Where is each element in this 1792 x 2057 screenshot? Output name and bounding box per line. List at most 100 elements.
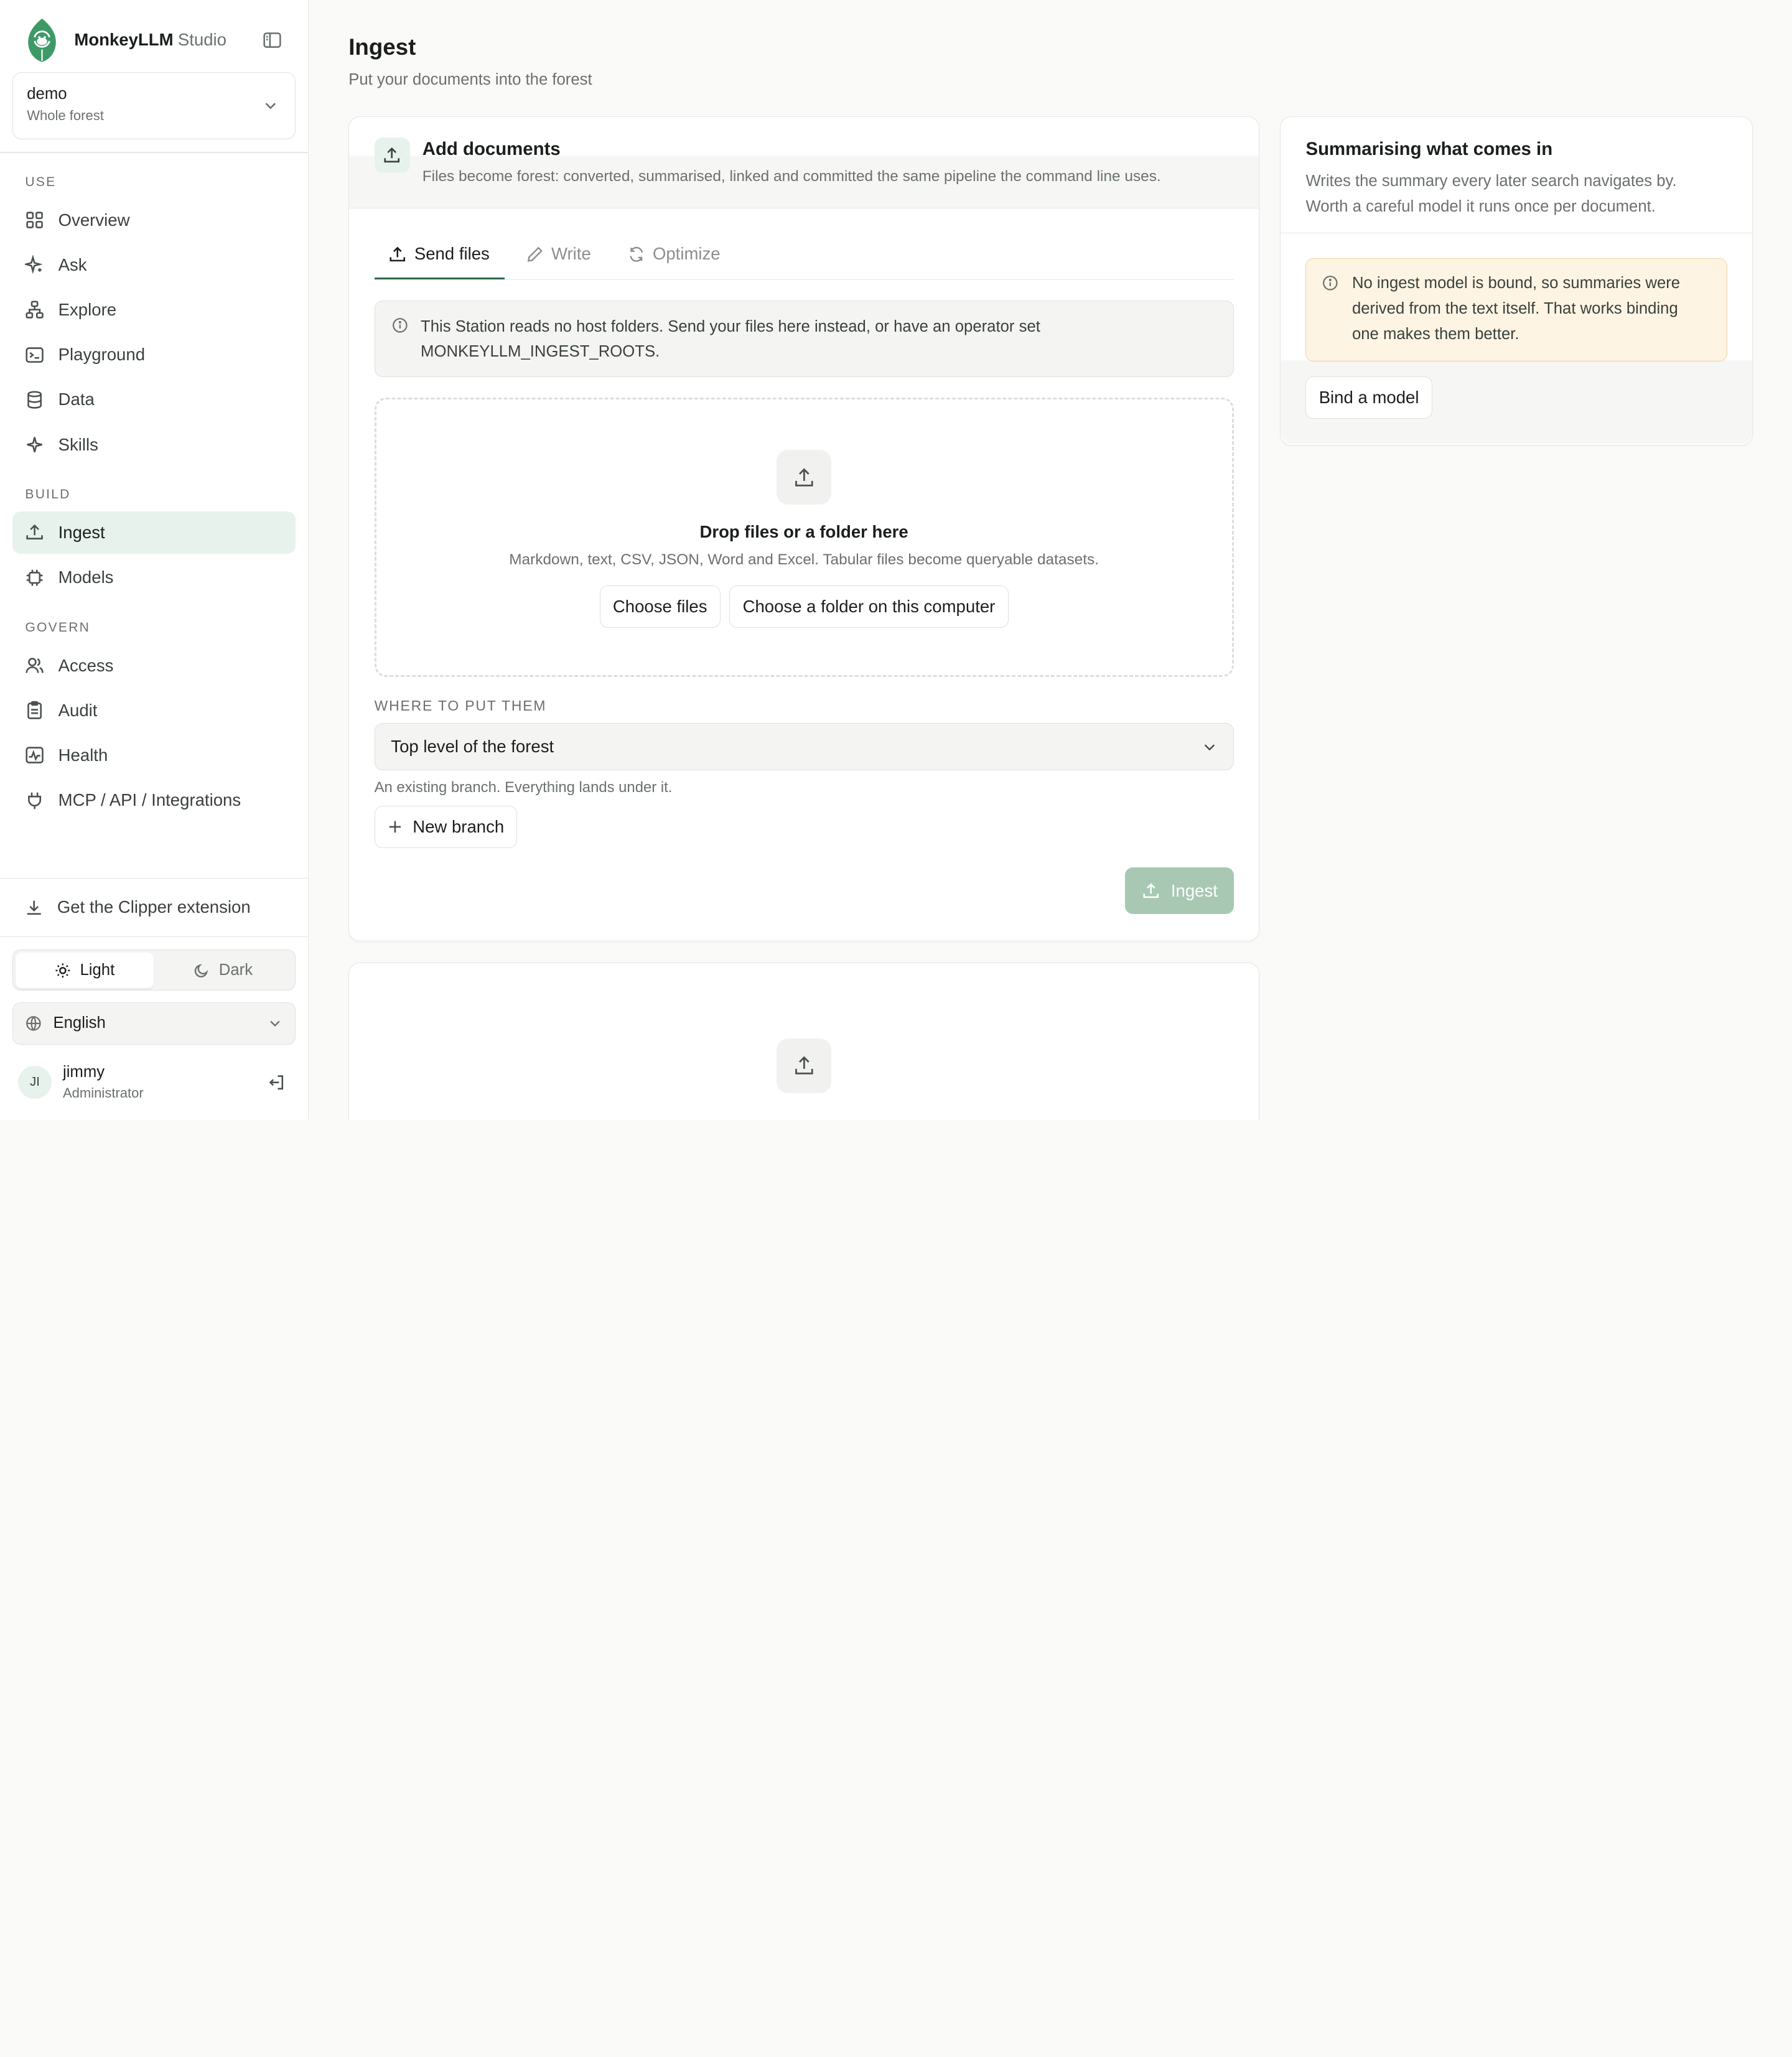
summarising-card: Summarising what comes in Writes the sum…	[1280, 116, 1753, 445]
no-model-warning: No ingest model is bound, so summaries w…	[1305, 258, 1728, 361]
clipper-extension-label: Get the Clipper extension	[57, 897, 251, 917]
sidebar-item-label: Explore	[58, 300, 117, 319]
tab-send-files[interactable]: Send files	[374, 230, 505, 280]
sidebar-item-access[interactable]: Access	[12, 645, 296, 687]
sidebar-item-label: Audit	[58, 700, 98, 720]
sidebar-item-label: Access	[58, 655, 114, 675]
summarising-subtitle-line2: Worth a careful model it runs once per d…	[1305, 197, 1656, 215]
sidebar-item-label: Playground	[58, 345, 146, 365]
upload-icon	[777, 450, 832, 505]
sidebar-item-integrations[interactable]: MCP / API / Integrations	[12, 779, 296, 821]
dropzone-subtitle: Markdown, text, CSV, JSON, Word and Exce…	[509, 551, 1099, 568]
sidebar-item-explore[interactable]: Explore	[12, 289, 296, 331]
sidebar-item-ask[interactable]: Ask	[12, 244, 296, 286]
bind-model-button[interactable]: Bind a model	[1305, 376, 1432, 419]
choose-folder-button[interactable]: Choose a folder on this computer	[729, 585, 1009, 628]
chevron-down-icon	[1204, 744, 1215, 751]
sidebar-item-skills[interactable]: Skills	[12, 424, 296, 466]
choose-files-button[interactable]: Choose files	[599, 585, 721, 628]
warning-line2: derived from the text itself. That works…	[1351, 299, 1678, 317]
sidebar-item-health[interactable]: Health	[12, 734, 296, 777]
tab-label: Send files	[414, 244, 490, 264]
chevron-down-icon	[265, 103, 276, 110]
language-value: English	[53, 1014, 106, 1032]
brand-name: MonkeyLLM	[74, 30, 174, 50]
info-icon	[393, 318, 408, 333]
upload-icon	[390, 246, 406, 261]
nav-group-build: BUILD	[25, 487, 71, 502]
sidebar-item-models[interactable]: Models	[12, 556, 296, 599]
tab-optimize[interactable]: Optimize	[613, 230, 735, 279]
user-profile: JI jimmy Administrator	[0, 1045, 308, 1120]
page-subtitle: Put your documents into the forest	[348, 70, 592, 88]
add-documents-header: Add documents Files become forest: conve…	[349, 116, 1259, 208]
clipboard-icon	[27, 701, 42, 720]
add-documents-card: Add documents Files become forest: conve…	[348, 116, 1260, 941]
notice-text-line2: MONKEYLLM_INGEST_ROOTS.	[421, 342, 660, 360]
sidebar-item-label: Overview	[58, 210, 130, 230]
new-branch-button[interactable]: New branch	[374, 806, 518, 848]
dropzone-buttons: Choose files Choose a folder on this com…	[595, 585, 1013, 628]
sidebar-toggle-icon[interactable]	[262, 30, 282, 50]
add-documents-subtitle: Files become forest: converted, summaris…	[422, 168, 1161, 185]
tab-label: Write	[551, 244, 591, 264]
ingest-button-label: Ingest	[1170, 880, 1218, 900]
refresh-icon	[629, 246, 643, 262]
add-documents-title: Add documents	[422, 138, 561, 159]
activity-chart-icon	[26, 747, 44, 764]
sidebar-item-label: Models	[58, 567, 114, 587]
sidebar-divider	[0, 152, 308, 154]
terminal-icon	[26, 347, 44, 363]
sparkles-icon	[25, 255, 44, 274]
info-icon	[1323, 276, 1338, 291]
ingest-history-card	[348, 962, 1260, 1120]
plus-icon	[389, 821, 401, 833]
sidebar-item-data[interactable]: Data	[12, 378, 296, 421]
pencil-icon	[527, 246, 543, 262]
summarising-subtitle: Writes the summary every later search na…	[1305, 169, 1727, 219]
summarising-title: Summarising what comes in	[1305, 138, 1553, 159]
notice-text-line1: This Station reads no host folders. Send…	[421, 317, 1040, 335]
theme-light-label: Light	[80, 961, 115, 979]
ingest-tabs: Send files Write Optimize	[374, 208, 1234, 281]
chip-icon	[27, 569, 43, 586]
sidebar-item-label: Ingest	[58, 523, 105, 543]
sidebar-item-label: Ask	[58, 254, 87, 274]
download-icon	[27, 900, 42, 915]
sidebar-item-ingest[interactable]: Ingest	[12, 511, 296, 554]
destination-hint: An existing branch. Everything lands und…	[374, 779, 673, 796]
clipper-extension-link[interactable]: Get the Clipper extension	[0, 877, 308, 938]
sidebar-item-overview[interactable]: Overview	[12, 199, 296, 241]
warning-line1: No ingest model is bound, so summaries w…	[1351, 274, 1681, 292]
theme-light-button[interactable]: Light	[15, 952, 154, 988]
summarising-body: No ingest model is bound, so summaries w…	[1281, 233, 1753, 444]
user-info: jimmy Administrator	[63, 1063, 144, 1101]
theme-dark-label: Dark	[218, 961, 253, 979]
upload-icon	[1143, 883, 1159, 898]
new-branch-label: New branch	[413, 816, 505, 836]
file-dropzone[interactable]: Drop files or a folder here Markdown, te…	[374, 398, 1234, 677]
tab-write[interactable]: Write	[511, 230, 606, 279]
upload-icon	[777, 1038, 832, 1093]
sidebar-item-playground[interactable]: Playground	[12, 334, 296, 376]
language-select[interactable]: English	[12, 1002, 296, 1045]
destination-select[interactable]: Top level of the forest	[374, 723, 1234, 770]
logout-icon[interactable]	[267, 1073, 285, 1091]
user-role: Administrator	[62, 1084, 144, 1101]
workspace-switcher[interactable]: demo Whole forest	[12, 72, 296, 140]
workspace-name: demo	[27, 85, 67, 103]
nav-group-use: USE	[25, 175, 57, 189]
page-title: Ingest	[348, 34, 416, 60]
sidebar-item-label: MCP / API / Integrations	[58, 790, 241, 810]
app-root: MonkeyLLM Studio demo Whole forest USE O…	[0, 0, 1792, 1120]
sidebar: MonkeyLLM Studio demo Whole forest USE O…	[0, 0, 309, 1120]
main-content: Ingest Put your documents into the fores…	[309, 0, 1792, 1120]
avatar: JI	[18, 1065, 52, 1099]
user-name: jimmy	[62, 1063, 105, 1081]
ingest-button[interactable]: Ingest	[1125, 867, 1234, 915]
brand-header: MonkeyLLM Studio	[0, 0, 308, 80]
destination-label: WHERE TO PUT THEM	[374, 697, 547, 714]
sidebar-item-audit[interactable]: Audit	[12, 689, 296, 732]
summarising-header: Summarising what comes in Writes the sum…	[1281, 117, 1753, 234]
theme-dark-button[interactable]: Dark	[154, 953, 292, 988]
